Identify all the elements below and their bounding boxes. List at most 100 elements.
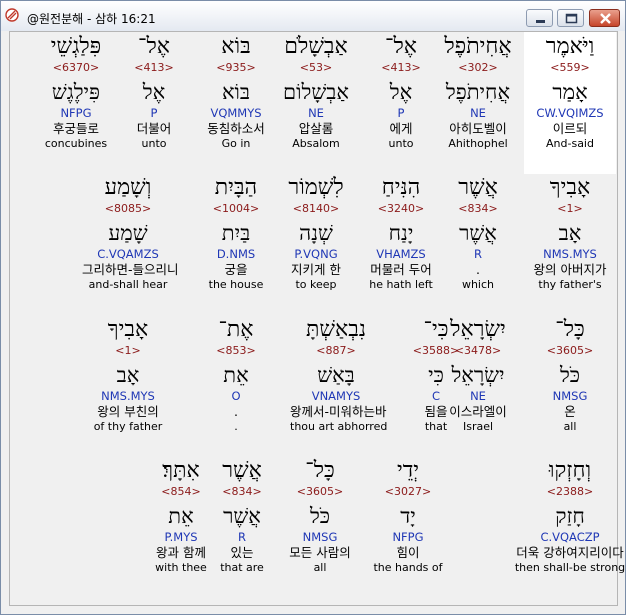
korean-gloss: 힘이 <box>396 545 420 560</box>
hebrew-word: וְחָזְקוּ <box>548 458 592 483</box>
strong-number[interactable]: <887> <box>290 344 382 358</box>
korean-gloss: 왕의 아버지가 <box>533 262 607 277</box>
word-cell[interactable]: אֶת־ <853> אֵת O.. <box>190 316 282 434</box>
korean-gloss: . <box>234 404 238 419</box>
word-cell[interactable]: בּוֹא <935> בּוֹא VQMMYS 동침하소서 Go in <box>190 33 282 151</box>
korean-gloss: 그리하면-들으리니 <box>82 262 179 277</box>
word-cell[interactable]: הַבָּיִת <1004> בַּיִת D.NMS 궁을 the house <box>190 174 282 292</box>
word-cell[interactable]: יְדֵי <3027> יָד NFPG 힘이 the hands of <box>362 457 454 575</box>
english-gloss: and-shall hear <box>88 278 168 291</box>
morphology-code: NFPG <box>392 530 424 544</box>
word-cell[interactable]: אֶל־ <413> אֶל P 에게 unto <box>355 33 447 151</box>
word-cell[interactable]: אַבְשָׁלֹם <53> אַבְשָׁלוֹם NE 압살롬 Absalom <box>270 33 362 151</box>
strong-number[interactable]: <3588> <box>390 344 482 358</box>
korean-gloss: 왕께서-미워하는바 <box>290 404 387 419</box>
english-gloss: Absalom <box>292 137 340 150</box>
strong-number[interactable]: <6370> <box>30 61 122 75</box>
title-bar[interactable]: @원전분해 - 삼하 16:21 <box>1 1 625 31</box>
english-gloss: And-said <box>546 137 594 150</box>
maximize-icon <box>565 13 578 24</box>
morphology-code: NE <box>308 106 324 120</box>
hebrew-lemma: פִּילֶגֶשׁ <box>51 80 101 104</box>
word-cell[interactable]: פִּלַגְשֵׁי <6370> פִּילֶגֶשׁ NFPG 후궁들로 concu… <box>30 33 122 151</box>
hebrew-word: לִשְׁמוֹר <box>288 175 344 200</box>
hebrew-lemma: יָד <box>400 504 416 528</box>
strong-number[interactable]: <1004> <box>190 202 282 216</box>
word-cell[interactable]: וְשָׁמַע <8085> שָׁמַע C.VQAMZS 그리하면-들으리니 and… <box>82 174 179 292</box>
maximize-button[interactable] <box>557 9 584 27</box>
hebrew-lemma: יָנַח <box>388 221 414 245</box>
hebrew-word: כָּל־ <box>555 317 585 342</box>
morphology-code: C <box>431 389 441 403</box>
korean-gloss: 지키게 한 <box>291 262 341 277</box>
hebrew-lemma: חָזַק <box>555 504 585 528</box>
close-button[interactable] <box>589 9 620 27</box>
hebrew-word: אָבִיךָ <box>107 317 149 342</box>
hebrew-lemma: אָב <box>558 221 582 245</box>
word-cell[interactable]: אִתָּךְ׃ <854> אֵת P.MYS 왕과 함께 with thee <box>135 457 227 575</box>
strong-number[interactable]: <559> <box>524 61 616 75</box>
hebrew-lemma: אָמַר <box>552 80 588 104</box>
strong-number[interactable]: <53> <box>270 61 362 75</box>
english-gloss: that <box>424 420 448 433</box>
word-cell[interactable]: וְחָזְקוּ <2388> חָזַק C.VQACZP 더욱 강하여지리이다 th… <box>500 457 626 575</box>
strong-number[interactable]: <1> <box>82 344 174 358</box>
morphology-code: O <box>231 389 241 403</box>
word-cell[interactable]: כָּל־ <3605> כֹּל NMSG 온 all <box>524 316 616 434</box>
strong-number[interactable]: <413> <box>355 61 447 75</box>
morphology-code: VQMMYS <box>210 106 262 120</box>
hebrew-lemma: שְׁנָה <box>299 221 333 245</box>
word-cell[interactable]: אָבִיךָ <1> אָב NMS.MYS 왕의 부친의 of thy father <box>82 316 174 434</box>
english-gloss: thy father's <box>538 278 602 291</box>
word-cell[interactable]: אָבִיךָ <1> אָב NMS.MYS 왕의 아버지가 thy father's <box>524 174 616 292</box>
window-title: @원전분해 - 삼하 16:21 <box>27 12 156 26</box>
morphology-code: P <box>397 106 405 120</box>
hebrew-lemma: שָׁמַע <box>108 221 148 245</box>
morphology-code: C.VQACZP <box>540 530 600 544</box>
morphology-code: NFPG <box>60 106 92 120</box>
strong-number[interactable]: <8085> <box>82 202 174 216</box>
minimize-button[interactable] <box>526 9 553 27</box>
close-icon <box>600 13 611 24</box>
korean-gloss: 궁을 <box>224 262 248 277</box>
hebrew-word: הִנִּיחַ <box>381 175 421 200</box>
hebrew-lemma: כֹּל <box>559 363 581 387</box>
strong-number[interactable]: <1> <box>524 202 616 216</box>
hebrew-word: אָבִיךָ <box>549 175 591 200</box>
strong-number[interactable]: <854> <box>135 485 227 499</box>
hebrew-lemma: אֶל <box>389 80 413 104</box>
strong-number[interactable]: <935> <box>190 61 282 75</box>
morphology-code: P.MYS <box>164 530 198 544</box>
korean-gloss: 후궁들로 <box>52 121 99 136</box>
morphology-code: D.NMS <box>216 247 256 261</box>
korean-gloss: 에게 <box>389 121 413 136</box>
word-cell[interactable]: הִנִּיחַ <3240> יָנַח VHAMZS 머물러 두어 he hath l… <box>355 174 447 292</box>
morphology-code: NMS.MYS <box>101 389 155 403</box>
strong-number[interactable]: <853> <box>190 344 282 358</box>
morphology-code: VNAMYS <box>311 389 361 403</box>
word-cell[interactable]: וַיֹּאמֶר <559> אָמַר CW.VQIMZS 이르되 And-said <box>524 33 616 151</box>
korean-gloss: 더욱 강하여지리이다 <box>516 545 624 560</box>
english-gloss: . <box>234 420 238 433</box>
strong-number[interactable]: <8140> <box>270 202 362 216</box>
word-cell[interactable]: נִבְאַשְׁתָּ <887> בָּאַשׁ VNAMYS 왕께서-미워하는바 t… <box>290 316 387 434</box>
english-gloss: all <box>563 420 577 433</box>
hebrew-lemma: אַבְשָׁלוֹם <box>283 80 349 104</box>
morphology-code: CW.VQIMZS <box>536 106 604 120</box>
english-gloss: he hath left <box>369 278 433 291</box>
hebrew-word: אֶל־ <box>385 34 417 59</box>
english-gloss: with thee <box>155 561 207 574</box>
strong-number[interactable]: <2388> <box>500 485 625 499</box>
word-cell[interactable]: לִשְׁמוֹר <8140> שְׁנָה P.VQNG 지키게 한 to keep <box>270 174 362 292</box>
strong-number[interactable]: <3027> <box>362 485 454 499</box>
strong-number[interactable]: <3605> <box>524 344 616 358</box>
hebrew-word: הַבָּיִת <box>214 175 258 200</box>
morphology-code: C.VQAMZS <box>97 247 159 261</box>
hebrew-word: אֶת־ <box>218 317 254 342</box>
word-cell[interactable]: כִּי־ <3588> כִּי C 됨을 that <box>390 316 482 434</box>
hebrew-lemma: בָּאַשׁ <box>317 363 355 387</box>
english-gloss: then shall-be strong <box>514 561 626 574</box>
morphology-code: NMSG <box>552 389 588 403</box>
english-gloss: concubines <box>44 137 108 150</box>
strong-number[interactable]: <3240> <box>355 202 447 216</box>
